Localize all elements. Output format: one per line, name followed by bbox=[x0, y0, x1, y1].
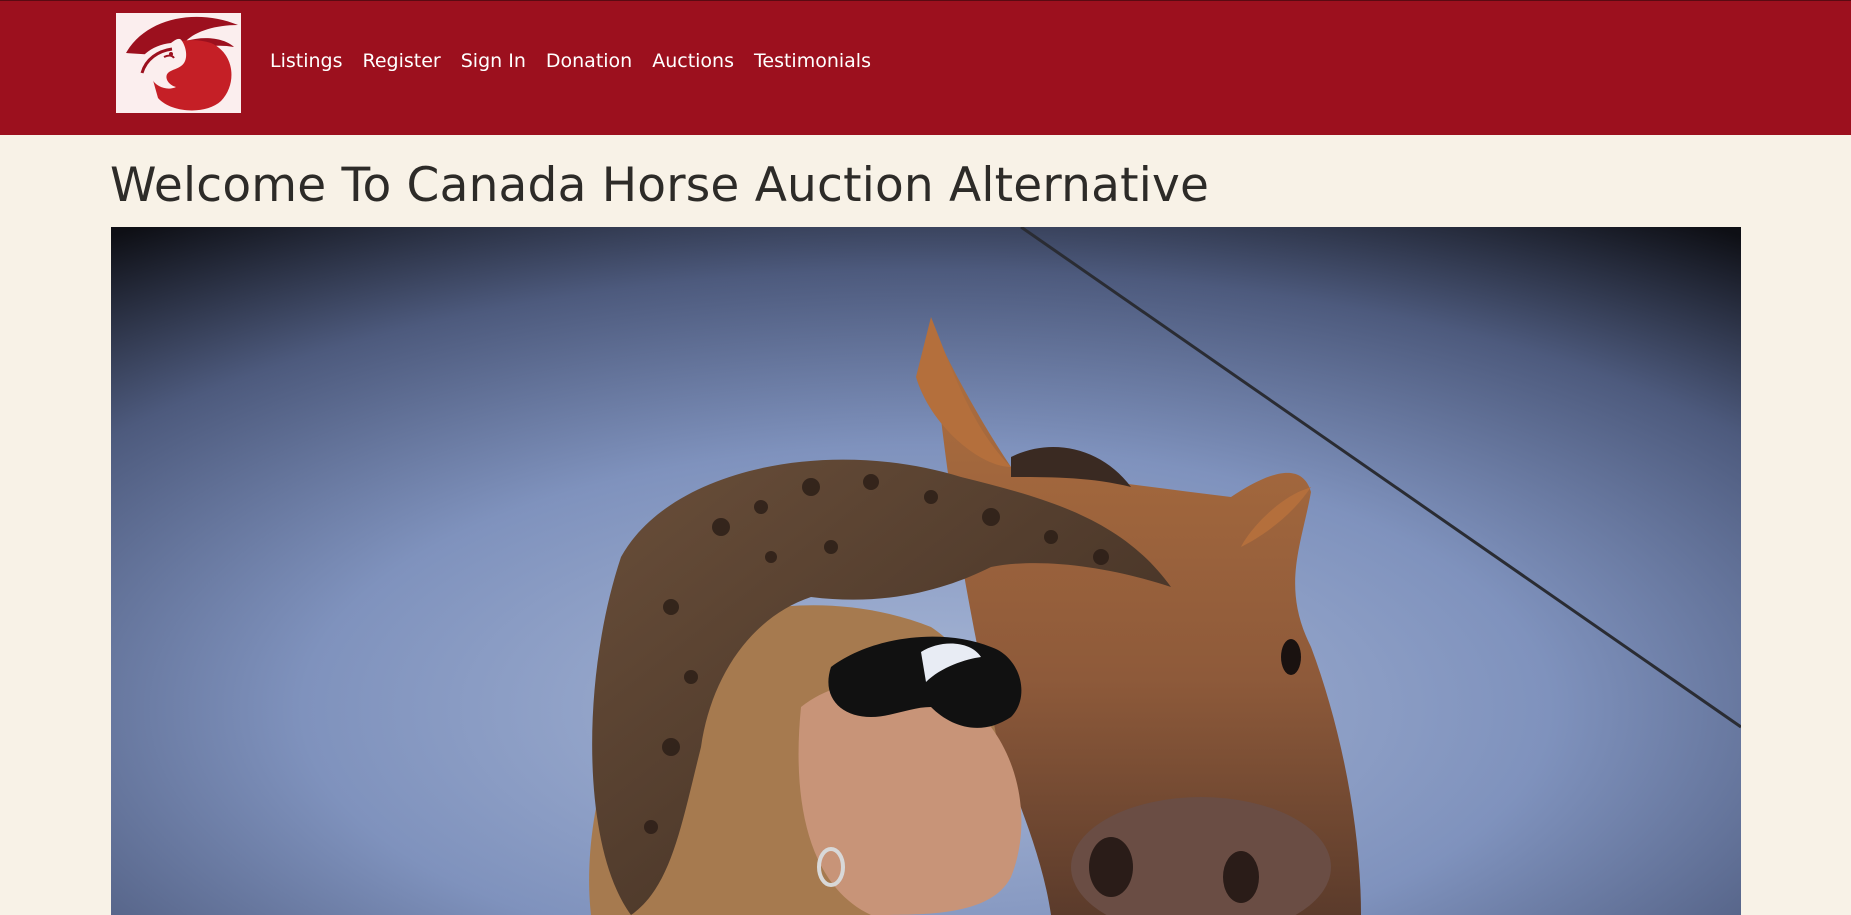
main-nav: Listings Register Sign In Donation Aucti… bbox=[260, 47, 881, 75]
nav-register[interactable]: Register bbox=[353, 47, 451, 75]
top-navbar: Listings Register Sign In Donation Aucti… bbox=[0, 0, 1851, 135]
woman-kissing-horse-photo bbox=[111, 227, 1741, 915]
nav-donation[interactable]: Donation bbox=[536, 47, 642, 75]
hero-image bbox=[111, 227, 1741, 915]
page-title: Welcome To Canada Horse Auction Alternat… bbox=[110, 158, 1210, 213]
site-logo[interactable] bbox=[116, 13, 241, 113]
horse-head-logo-icon bbox=[116, 13, 241, 113]
nav-listings[interactable]: Listings bbox=[260, 47, 353, 75]
nav-sign-in[interactable]: Sign In bbox=[451, 47, 536, 75]
nav-testimonials[interactable]: Testimonials bbox=[744, 47, 881, 75]
nav-auctions[interactable]: Auctions bbox=[642, 47, 744, 75]
